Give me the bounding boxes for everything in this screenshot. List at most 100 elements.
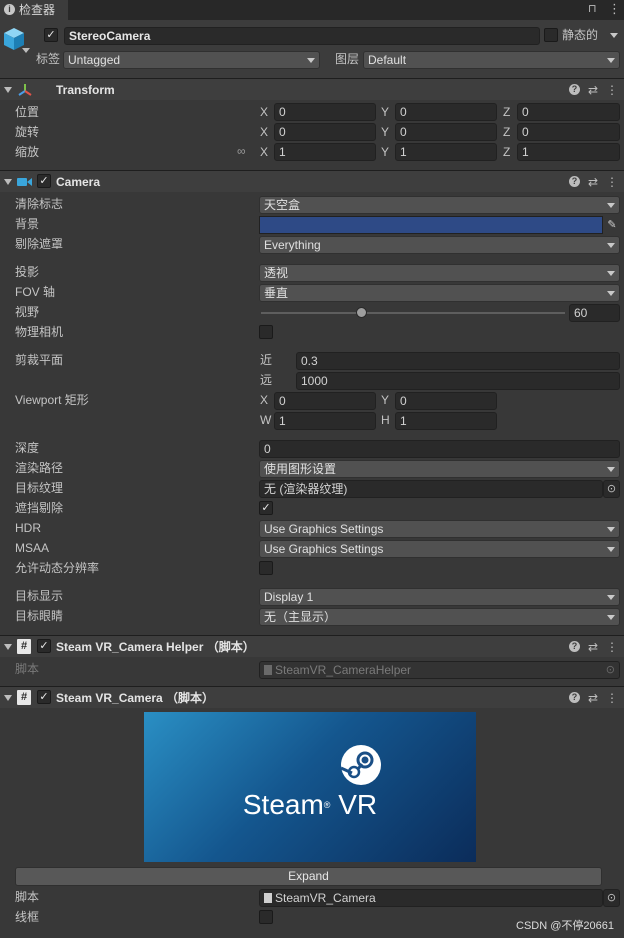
scale-x-field[interactable]: 1: [274, 143, 376, 161]
axis-y-label[interactable]: Y: [381, 144, 389, 160]
rotation-x-field[interactable]: 0: [274, 123, 376, 141]
position-x-field[interactable]: 0: [274, 103, 376, 121]
camera-icon: [17, 178, 32, 186]
axis-z-label[interactable]: Z: [503, 104, 510, 120]
clear-flags-dropdown[interactable]: 天空盒: [259, 196, 620, 214]
chevron-down-icon: [607, 291, 615, 296]
axis-z-label[interactable]: Z: [503, 124, 510, 140]
camera-enabled-checkbox[interactable]: ✓: [37, 174, 51, 188]
position-z-field[interactable]: 0: [517, 103, 620, 121]
hdr-dropdown[interactable]: Use Graphics Settings: [259, 520, 620, 538]
steam-wordmark-text: Steam: [242, 789, 324, 820]
rotation-y-field[interactable]: 0: [395, 123, 497, 141]
occlusion-culling-checkbox[interactable]: ✓: [259, 501, 273, 515]
rotation-z-field[interactable]: 0: [517, 123, 620, 141]
object-picker-icon[interactable]: ⊙: [603, 480, 620, 498]
culling-mask-dropdown[interactable]: Everything: [259, 236, 620, 254]
position-y-field[interactable]: 0: [395, 103, 497, 121]
kebab-menu-icon[interactable]: ⋮: [608, 1, 621, 17]
projection-dropdown[interactable]: 透视: [259, 264, 620, 282]
steamvr-script-value: SteamVR_Camera: [275, 891, 376, 905]
fov-slider-track[interactable]: [261, 312, 565, 314]
object-name-input[interactable]: StereoCamera: [64, 27, 540, 45]
axis-y-label[interactable]: Y: [381, 124, 389, 140]
help-icon[interactable]: ?: [568, 84, 580, 95]
position-label: 位置: [15, 105, 40, 119]
object-active-checkbox[interactable]: ✓: [44, 28, 58, 42]
viewport-w-field[interactable]: 1: [274, 412, 376, 430]
watermark: CSDN @不停20661: [516, 920, 614, 932]
lock-icon[interactable]: ⊓: [588, 2, 597, 15]
steamvr-camera-header[interactable]: # ✓ Steam VR_Camera （脚本） ? ⇄ ⋮: [0, 686, 624, 708]
target-texture-field[interactable]: 无 (渲染器纹理): [259, 480, 603, 498]
help-icon[interactable]: ?: [568, 641, 580, 652]
foldout-arrow-icon[interactable]: [4, 87, 12, 93]
help-icon[interactable]: ?: [568, 692, 580, 703]
preset-icon[interactable]: ⇄: [588, 639, 598, 655]
axis-z-label[interactable]: Z: [503, 144, 510, 160]
scale-y-field[interactable]: 1: [395, 143, 497, 161]
fov-slider-thumb[interactable]: [356, 307, 368, 318]
culling-mask-label: 剔除遮罩: [15, 237, 64, 251]
object-picker-icon[interactable]: ⊙: [603, 889, 620, 907]
expand-button[interactable]: Expand: [15, 867, 602, 886]
constrain-proportions-icon[interactable]: ∞: [237, 144, 246, 158]
steam-logo-icon: [340, 745, 381, 785]
camera-helper-enabled-checkbox[interactable]: ✓: [37, 639, 51, 653]
camera-helper-header[interactable]: # ✓ Steam VR_Camera Helper （脚本） ? ⇄ ⋮: [0, 635, 624, 657]
target-eye-dropdown[interactable]: 无（主显示）: [259, 608, 620, 626]
near-field[interactable]: 0.3: [296, 352, 620, 370]
wireframe-checkbox[interactable]: [259, 910, 273, 924]
static-dropdown-icon[interactable]: [610, 33, 618, 38]
preset-icon[interactable]: ⇄: [588, 690, 598, 706]
tag-dropdown[interactable]: Untagged: [63, 51, 320, 69]
viewport-x-field[interactable]: 0: [274, 392, 376, 410]
transform-icon: [18, 84, 32, 96]
physical-camera-checkbox[interactable]: [259, 325, 273, 339]
steamvr-camera-enabled-checkbox[interactable]: ✓: [37, 690, 51, 704]
tab-bar: [0, 0, 624, 20]
transform-header[interactable]: Transform ? ⇄ ⋮: [0, 78, 624, 100]
viewport-y-field[interactable]: 0: [395, 392, 497, 410]
target-display-dropdown[interactable]: Display 1: [259, 588, 620, 606]
kebab-menu-icon[interactable]: ⋮: [606, 639, 618, 655]
help-icon[interactable]: ?: [568, 176, 580, 187]
background-color-field[interactable]: [259, 216, 603, 234]
preset-icon[interactable]: ⇄: [588, 174, 598, 190]
fov-value-field[interactable]: 60: [569, 304, 620, 322]
rendering-path-dropdown[interactable]: 使用图形设置: [259, 460, 620, 478]
axis-x-label[interactable]: X: [260, 144, 268, 160]
preset-icon[interactable]: ⇄: [588, 82, 598, 98]
kebab-menu-icon[interactable]: ⋮: [606, 174, 618, 190]
axis-y-label[interactable]: Y: [381, 392, 389, 408]
foldout-arrow-icon[interactable]: [4, 644, 12, 650]
layer-dropdown[interactable]: Default: [363, 51, 620, 69]
axis-y-label[interactable]: Y: [381, 104, 389, 120]
fov-axis-dropdown[interactable]: 垂直: [259, 284, 620, 302]
clear-flags-value: 天空盒: [264, 198, 301, 212]
axis-w-label[interactable]: W: [260, 412, 271, 428]
far-field[interactable]: 1000: [296, 372, 620, 390]
near-label: 近: [260, 353, 273, 367]
scale-z-field[interactable]: 1: [517, 143, 620, 161]
dynamic-resolution-checkbox[interactable]: [259, 561, 273, 575]
axis-x-label[interactable]: X: [260, 392, 268, 408]
axis-x-label[interactable]: X: [260, 124, 268, 140]
axis-h-label[interactable]: H: [381, 412, 390, 428]
foldout-arrow-icon[interactable]: [4, 179, 12, 185]
steamvr-script-field[interactable]: SteamVR_Camera: [259, 889, 603, 907]
depth-field[interactable]: 0: [259, 440, 620, 458]
eyedropper-icon[interactable]: ✎: [604, 216, 620, 234]
foldout-arrow-icon[interactable]: [4, 695, 12, 701]
cube-dropdown-icon[interactable]: [22, 48, 30, 53]
camera-header[interactable]: ✓ Camera ? ⇄ ⋮: [0, 170, 624, 192]
viewport-h-field[interactable]: 1: [395, 412, 497, 430]
target-eye-label: 目标眼睛: [15, 609, 64, 623]
inspector-tab[interactable]: i 检查器: [0, 0, 68, 20]
msaa-dropdown[interactable]: Use Graphics Settings: [259, 540, 620, 558]
kebab-menu-icon[interactable]: ⋮: [606, 690, 618, 706]
hdr-label: HDR: [15, 521, 41, 535]
kebab-menu-icon[interactable]: ⋮: [606, 82, 618, 98]
axis-x-label[interactable]: X: [260, 104, 268, 120]
static-checkbox[interactable]: [544, 28, 558, 42]
